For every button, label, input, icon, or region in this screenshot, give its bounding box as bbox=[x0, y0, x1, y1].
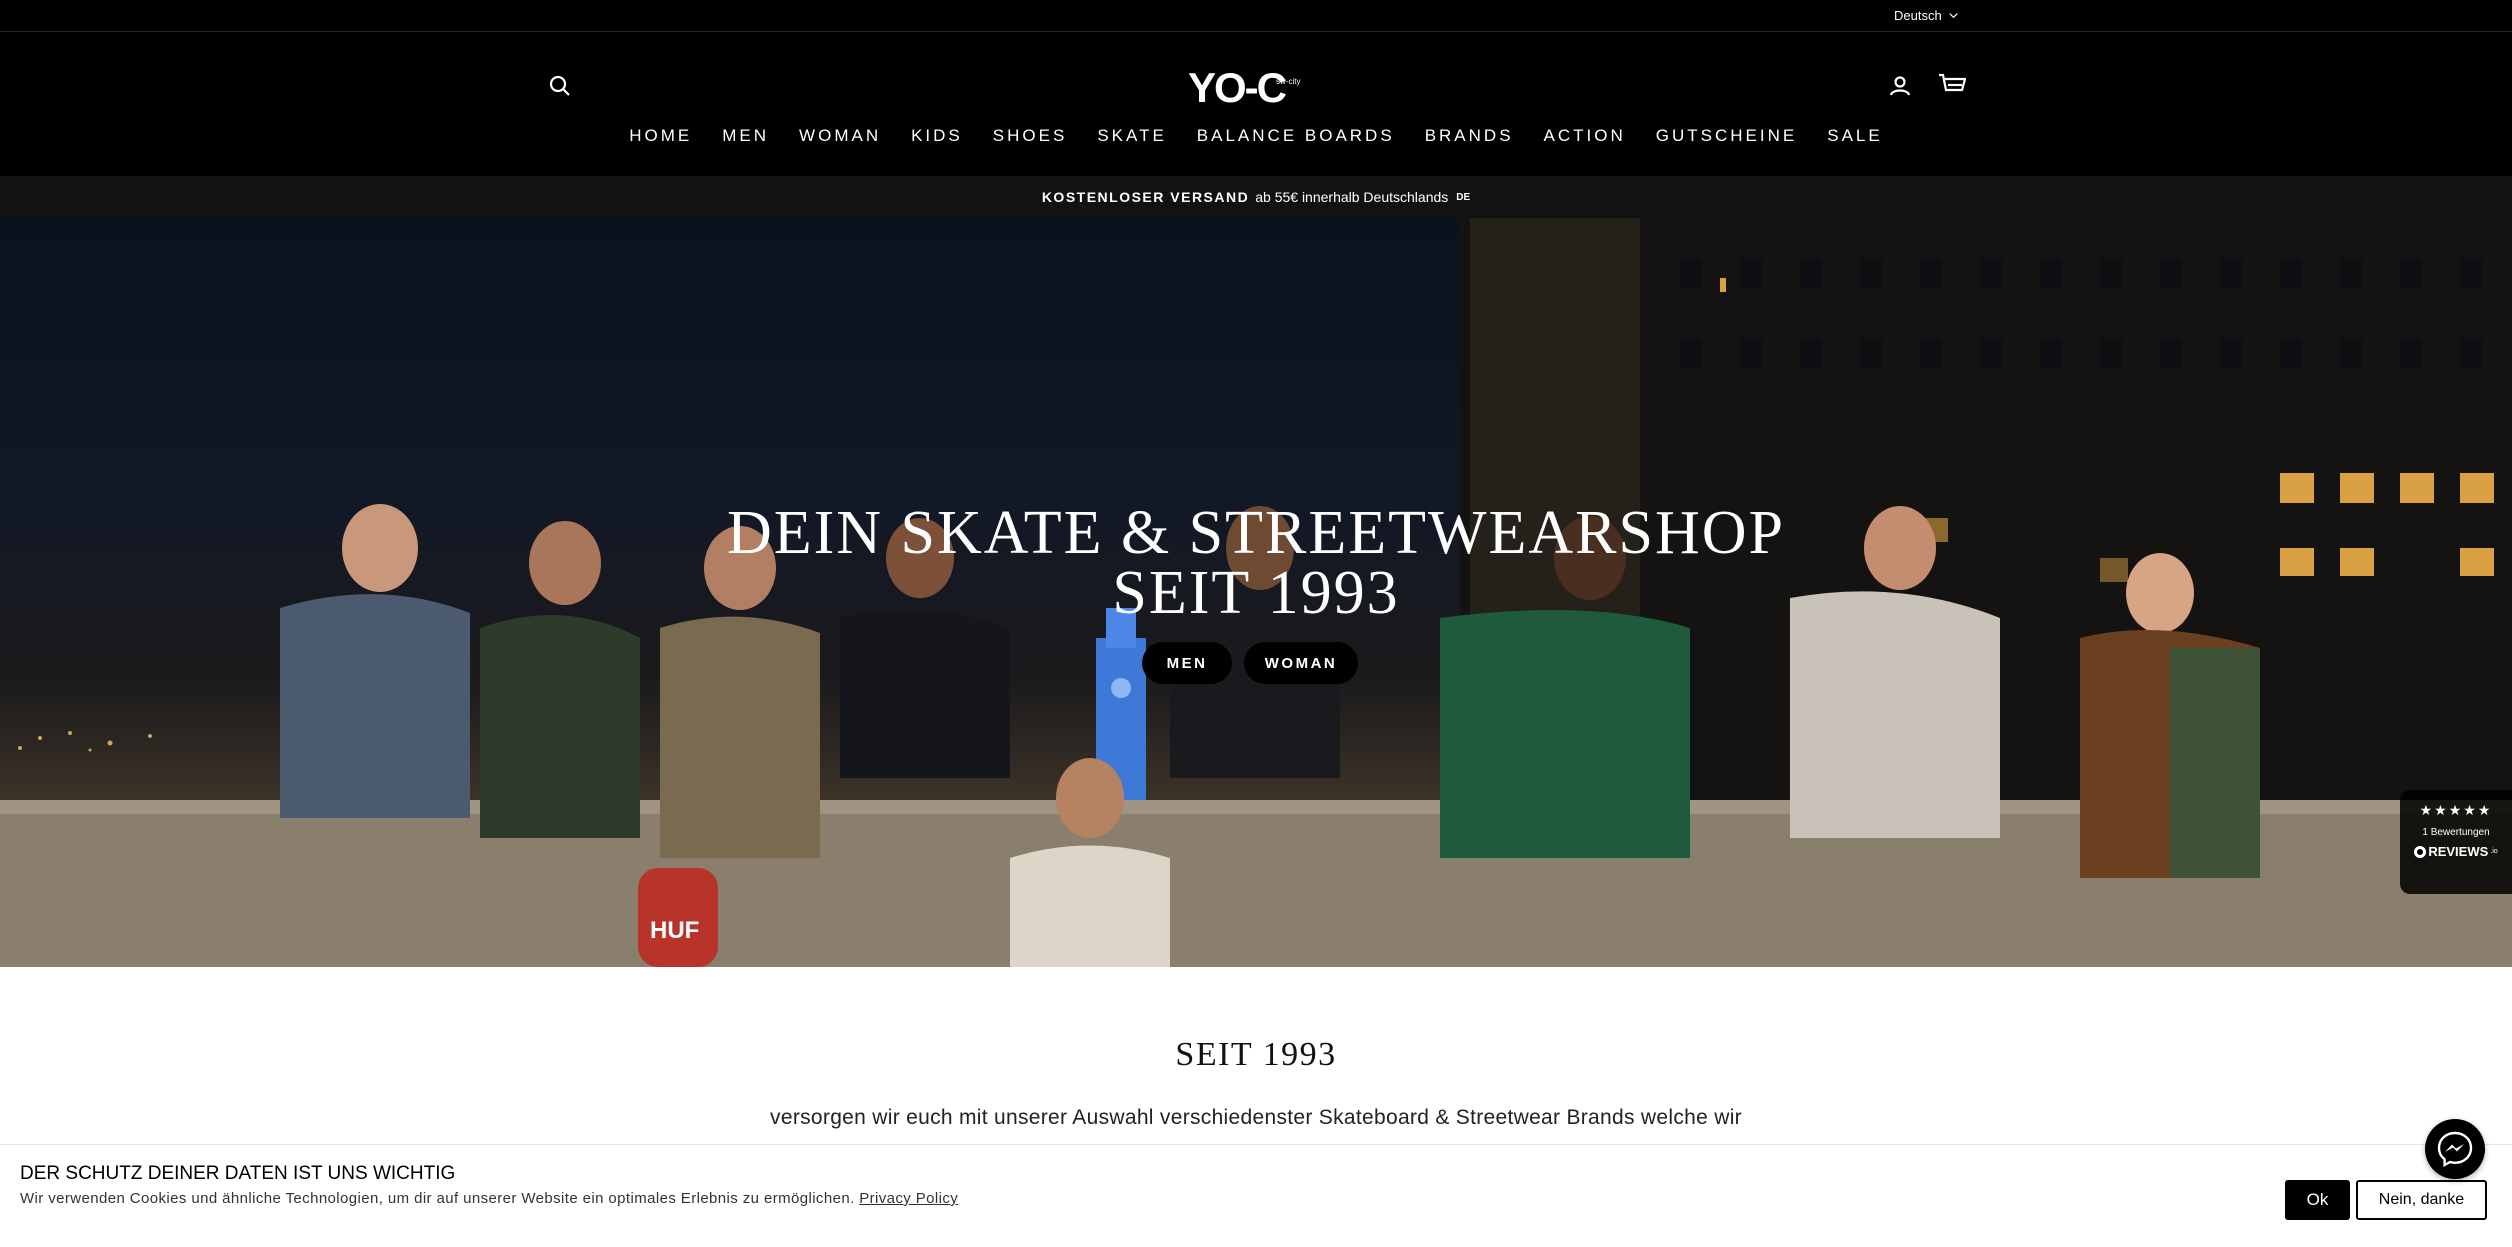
reviews-brand: REVIEWS .io bbox=[2400, 844, 2512, 859]
language-bar: Deutsch bbox=[0, 0, 2512, 32]
account-icon bbox=[1889, 76, 1911, 96]
chevron-down-icon bbox=[1949, 13, 1958, 19]
cookie-title: DER SCHUTZ DEINER DATEN IST UNS WICHTIG bbox=[20, 1163, 456, 1184]
site-logo[interactable]: YO-C sw-city bbox=[1188, 62, 1324, 112]
cookie-decline-button[interactable]: Nein, danke bbox=[2356, 1180, 2487, 1220]
messenger-icon bbox=[2437, 1131, 2473, 1168]
nav-item-home[interactable]: HOME bbox=[629, 126, 692, 146]
hero-banner: HUF DEIN SKATE & STREETWEARSHOP SEIT 199… bbox=[0, 218, 2512, 967]
nav-item-gutscheine[interactable]: GUTSCHEINE bbox=[1656, 126, 1797, 146]
nav-item-balance-boards[interactable]: BALANCE BOARDS bbox=[1197, 126, 1395, 146]
nav-item-skate[interactable]: SKATE bbox=[1097, 126, 1166, 146]
reviews-logo-icon bbox=[2414, 845, 2427, 858]
promo-country: DE bbox=[1456, 191, 1471, 203]
main-navigation: HOME MEN WOMAN KIDS SHOES SKATE BALANCE … bbox=[0, 126, 2512, 146]
privacy-policy-link[interactable]: Privacy Policy bbox=[859, 1190, 958, 1207]
hero-title-line1: DEIN SKATE & STREETWEARSHOP bbox=[726, 499, 1786, 567]
search-button[interactable] bbox=[546, 72, 574, 100]
nav-item-woman[interactable]: WOMAN bbox=[799, 126, 881, 146]
nav-item-men[interactable]: MEN bbox=[722, 126, 769, 146]
account-button[interactable] bbox=[1886, 72, 1914, 100]
messenger-chat-button[interactable] bbox=[2425, 1119, 2485, 1179]
shipping-promo-bar: KOSTENLOSER VERSAND ab 55€ innerhalb Deu… bbox=[0, 176, 2512, 218]
svg-text:YO-C: YO-C bbox=[1188, 64, 1287, 111]
cookie-text: Wir verwenden Cookies und ähnliche Techn… bbox=[20, 1190, 958, 1207]
nav-item-kids[interactable]: KIDS bbox=[911, 126, 963, 146]
promo-text: ab 55€ innerhalb Deutschlands bbox=[1255, 189, 1449, 205]
star-rating-icon: ★★★★★ bbox=[2419, 802, 2493, 818]
reviews-count: 1 Bewertungen bbox=[2422, 827, 2490, 838]
svg-text:sw-city: sw-city bbox=[1276, 77, 1300, 86]
reviews-brand-suffix: .io bbox=[2490, 848, 2498, 855]
site-header: YO-C sw-city HOME MEN WOMAN KIDS SHOES S… bbox=[0, 32, 2512, 176]
nav-item-shoes[interactable]: SHOES bbox=[993, 126, 1068, 146]
search-icon bbox=[549, 75, 570, 96]
language-label: Deutsch bbox=[1894, 8, 1942, 23]
reviews-badge[interactable]: ★★★★★ 1 Bewertungen REVIEWS .io bbox=[2400, 790, 2512, 894]
promo-bold: KOSTENLOSER VERSAND bbox=[1041, 189, 1250, 205]
hero-woman-button[interactable]: WOMAN bbox=[1244, 642, 1358, 684]
nav-item-sale[interactable]: SALE bbox=[1827, 126, 1882, 146]
cookie-accept-button[interactable]: Ok bbox=[2285, 1180, 2350, 1220]
section-title: SEIT 1993 bbox=[1175, 1036, 1337, 1073]
cart-icon bbox=[1939, 73, 1966, 92]
skateboard-text: HUF bbox=[650, 917, 699, 944]
hero-title-line2: SEIT 1993 bbox=[1112, 559, 1400, 627]
cookie-description: Wir verwenden Cookies und ähnliche Techn… bbox=[20, 1190, 855, 1207]
language-selector[interactable]: Deutsch bbox=[1894, 8, 1959, 23]
hero-buttons: MEN WOMAN bbox=[0, 642, 2512, 684]
cookie-banner: DER SCHUTZ DEINER DATEN IST UNS WICHTIG … bbox=[0, 1144, 2512, 1247]
nav-item-brands[interactable]: BRANDS bbox=[1425, 126, 1514, 146]
section-text: versorgen wir euch mit unserer Auswahl v… bbox=[770, 1106, 1742, 1129]
reviews-brand-label: REVIEWS bbox=[2428, 844, 2489, 859]
nav-item-action[interactable]: ACTION bbox=[1544, 126, 1626, 146]
logo-mark: YO-C sw-city bbox=[1188, 64, 1300, 111]
hero-title: DEIN SKATE & STREETWEARSHOP SEIT 1993 bbox=[0, 499, 2512, 627]
cart-button[interactable] bbox=[1936, 70, 1968, 100]
hero-men-button[interactable]: MEN bbox=[1142, 642, 1232, 684]
